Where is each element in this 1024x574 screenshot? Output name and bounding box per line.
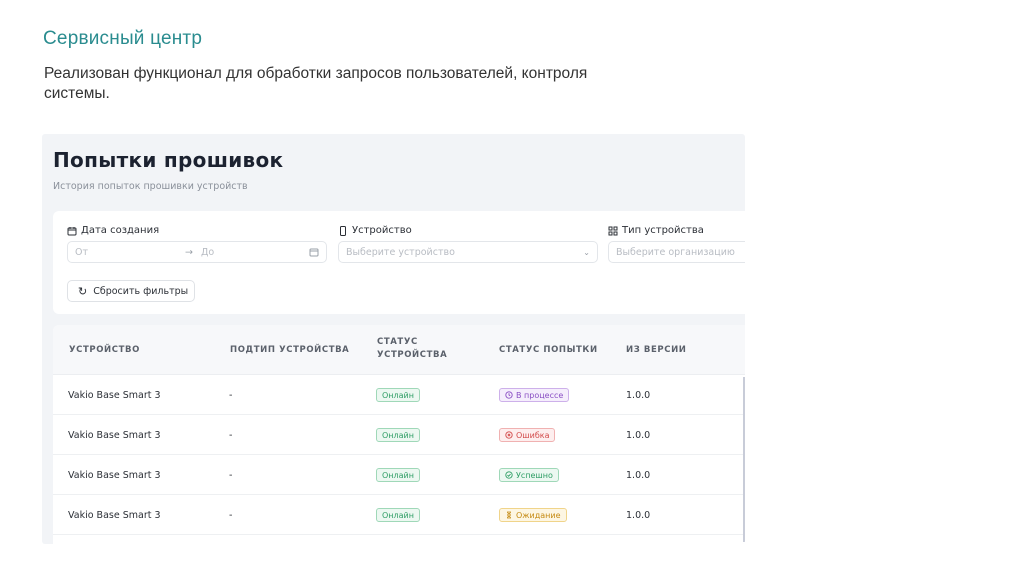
device-filter-label-text: Устройство	[352, 225, 412, 236]
filters-panel: Дата создания От → До Устройство Выберит…	[53, 211, 745, 314]
device-filter-label: Устройство	[338, 225, 412, 236]
calendar-icon	[67, 226, 77, 235]
device-type-filter-label-text: Тип устройства	[622, 225, 704, 236]
table-row[interactable]: Vakio Base Smart 3 - Онлайн Успешно 1.0.0	[53, 455, 745, 495]
attempt-status-badge: Успешно	[499, 468, 559, 482]
table-row[interactable]: Vakio Base Smart 3 - Онлайн В процессе 1.0.0	[53, 375, 745, 415]
scrollbar[interactable]	[743, 377, 745, 542]
calendar-icon[interactable]	[309, 247, 319, 257]
attempt-status-badge: Ошибка	[499, 428, 556, 442]
page-subtitle: История попыток прошивки устройств	[53, 181, 248, 192]
column-header-device-status: Статус устройства	[377, 337, 448, 360]
cell-subtype: -	[229, 469, 233, 481]
device-status-badge: Онлайн	[376, 428, 420, 442]
check-circle-icon	[505, 471, 513, 479]
attempt-status-text: Успешно	[516, 470, 553, 480]
app-screenshot: Попытки прошивок История попыток прошивк…	[42, 134, 745, 544]
page-title: Попытки прошивок	[53, 148, 284, 172]
attempts-table: Устройство Подтип устройства Статус устр…	[53, 325, 745, 544]
cell-subtype: -	[229, 509, 233, 521]
device-type-filter-label: Тип устройства	[608, 225, 704, 236]
cell-device: Vakio Base Smart 3	[68, 509, 161, 521]
date-filter-label-text: Дата создания	[81, 225, 160, 236]
device-select-placeholder[interactable]: Выберите устройство	[346, 247, 455, 258]
hourglass-icon	[505, 511, 513, 519]
cell-from-version: 1.0.0	[626, 429, 651, 441]
date-to-placeholder[interactable]: До	[201, 247, 309, 258]
device-type-select[interactable]: Выберите организацию	[608, 241, 745, 263]
attempt-status-text: Ожидание	[516, 510, 561, 520]
table-row[interactable]: Vakio Base Smart 3 - Онлайн Ошибка 1.0.0	[53, 415, 745, 455]
table-row[interactable]: Vakio Base Smart 3 - Онлайн Ожидание 1.0.0	[53, 495, 745, 535]
date-filter-label: Дата создания	[67, 225, 159, 236]
cell-device: Vakio Base Smart 3	[68, 429, 161, 441]
phone-icon	[340, 225, 346, 236]
reset-filters-button[interactable]: ↻ Сбросить фильтры	[67, 280, 195, 302]
chevron-down-icon[interactable]: ⌄	[583, 248, 590, 257]
column-header-from-version: Из версии	[626, 345, 687, 355]
device-type-select-placeholder[interactable]: Выберите организацию	[616, 247, 735, 258]
attempt-status-text: Ошибка	[516, 430, 550, 440]
x-circle-icon	[505, 431, 513, 439]
grid-icon	[608, 226, 618, 235]
slide-title: Сервисный центр	[43, 28, 203, 49]
cell-from-version: 1.0.0	[626, 389, 651, 401]
column-header-attempt-status: Статус попытки	[499, 345, 598, 355]
attempt-status-text: В процессе	[516, 390, 564, 400]
reset-filters-label: Сбросить фильтры	[93, 285, 189, 297]
device-select[interactable]: Выберите устройство ⌄	[338, 241, 598, 263]
cell-device: Vakio Base Smart 3	[68, 469, 161, 481]
column-header-subtype: Подтип устройства	[230, 345, 350, 355]
refresh-icon: ↻	[78, 284, 88, 298]
cell-subtype: -	[229, 389, 233, 401]
column-header-device: Устройство	[69, 345, 140, 355]
table-header: Устройство Подтип устройства Статус устр…	[53, 325, 745, 375]
cell-from-version: 1.0.0	[626, 469, 651, 481]
cell-subtype: -	[229, 429, 233, 441]
device-status-badge: Онлайн	[376, 508, 420, 522]
arrow-right-icon: →	[185, 246, 193, 258]
device-status-badge: Онлайн	[376, 388, 420, 402]
attempt-status-badge: Ожидание	[499, 508, 567, 522]
slide-description: Реализован функционал для обработки запр…	[44, 65, 588, 102]
clock-icon	[505, 391, 513, 399]
device-status-badge: Онлайн	[376, 468, 420, 482]
cell-device: Vakio Base Smart 3	[68, 389, 161, 401]
attempt-status-badge: В процессе	[499, 388, 570, 402]
cell-from-version: 1.0.0	[626, 509, 651, 521]
date-range-input[interactable]: От → До	[67, 241, 327, 263]
date-from-placeholder[interactable]: От	[75, 247, 185, 258]
